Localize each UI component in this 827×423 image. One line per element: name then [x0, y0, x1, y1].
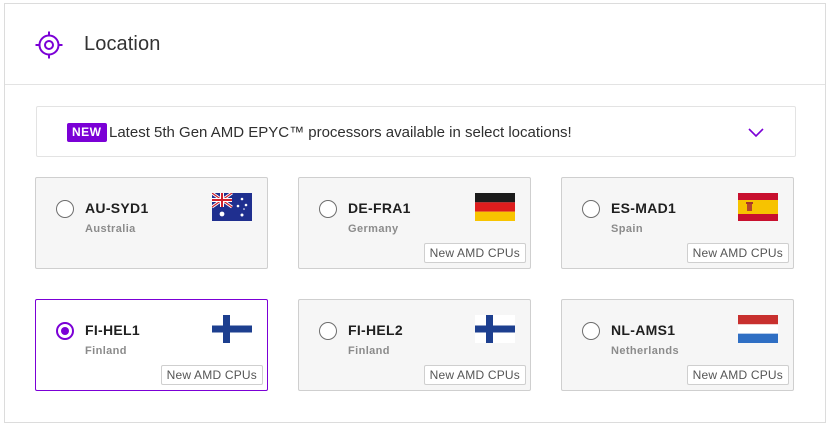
new-amd-cpus-tag: New AMD CPUs: [686, 365, 789, 385]
location-radio[interactable]: [56, 200, 74, 218]
location-card-fi-hel2[interactable]: FI-HEL2 Finland New AMD CPUs: [298, 299, 531, 391]
location-radio[interactable]: [582, 200, 600, 218]
australia-flag-icon: [212, 193, 252, 221]
location-code: DE-FRA1: [348, 200, 411, 216]
location-code: ES-MAD1: [611, 200, 677, 216]
new-amd-cpus-tag: New AMD CPUs: [686, 243, 789, 263]
new-amd-cpus-tag: New AMD CPUs: [423, 243, 526, 263]
amd-epyc-banner[interactable]: NEW Latest 5th Gen AMD EPYC™ processors …: [36, 106, 796, 157]
finland-flag-icon: [212, 315, 252, 343]
germany-flag-icon: [475, 193, 515, 221]
netherlands-flag-icon: [738, 315, 778, 343]
location-code: FI-HEL2: [348, 322, 403, 338]
location-card-de-fra1[interactable]: DE-FRA1 Germany New AMD CPUs: [298, 177, 531, 269]
spain-flag-icon: [738, 193, 778, 221]
new-amd-cpus-tag: New AMD CPUs: [160, 365, 263, 385]
banner-text: Latest 5th Gen AMD EPYC™ processors avai…: [109, 124, 572, 141]
panel-title: Location: [84, 33, 161, 55]
location-country: Spain: [611, 223, 643, 235]
new-amd-cpus-tag: New AMD CPUs: [423, 365, 526, 385]
panel-header: Location: [5, 4, 825, 85]
location-card-es-mad1[interactable]: ES-MAD1 Spain New AMD CPUs: [561, 177, 794, 269]
location-radio-selected[interactable]: [56, 322, 74, 340]
location-radio[interactable]: [582, 322, 600, 340]
location-country: Finland: [348, 345, 390, 357]
location-country: Finland: [85, 345, 127, 357]
location-radio[interactable]: [319, 200, 337, 218]
location-code: FI-HEL1: [85, 322, 140, 338]
location-country: Australia: [85, 223, 136, 235]
location-country: Germany: [348, 223, 399, 235]
location-country: Netherlands: [611, 345, 679, 357]
location-card-fi-hel1[interactable]: FI-HEL1 Finland New AMD CPUs: [35, 299, 268, 391]
finland-flag-icon: [475, 315, 515, 343]
chevron-down-icon[interactable]: [745, 124, 767, 140]
location-code: NL-AMS1: [611, 322, 676, 338]
location-card-au-syd1[interactable]: AU-SYD1 Australia: [35, 177, 268, 269]
new-badge: NEW: [67, 123, 107, 142]
location-radio[interactable]: [319, 322, 337, 340]
location-target-icon: [35, 31, 63, 59]
location-card-nl-ams1[interactable]: NL-AMS1 Netherlands New AMD CPUs: [561, 299, 794, 391]
location-code: AU-SYD1: [85, 200, 149, 216]
